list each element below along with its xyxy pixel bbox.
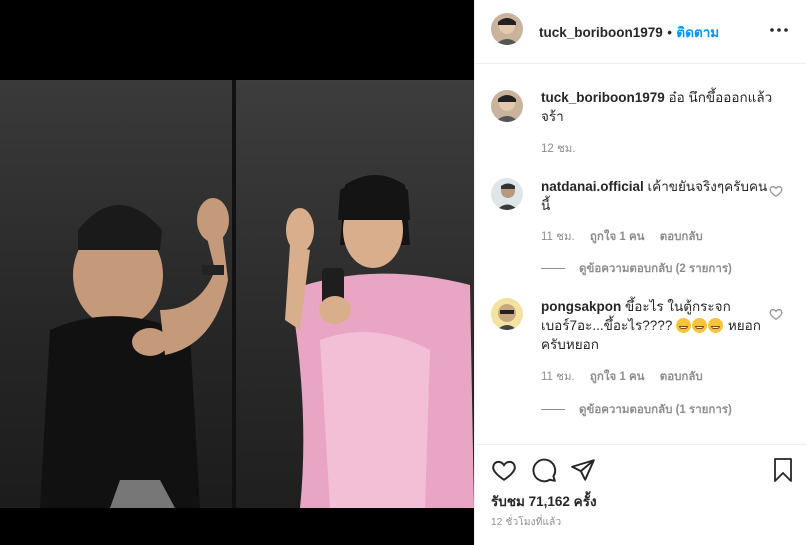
grinning-emoji-icon (708, 318, 724, 333)
caption-timestamp[interactable]: 12 ชม. (541, 143, 576, 155)
view-replies[interactable]: ดูข้อความตอบกลับ (1 รายการ) (541, 401, 732, 419)
reply-button[interactable]: ตอบกลับ (660, 371, 703, 383)
replies-line (541, 409, 565, 411)
views-count[interactable]: รับชม 71,162 ครั้ง (491, 490, 597, 512)
action-bar: รับชม 71,162 ครั้ง 12 ชั่วโมงที่แล้ว (475, 444, 806, 545)
view-replies[interactable]: ดูข้อความตอบกลับ (2 รายการ) (541, 260, 732, 278)
header-separator: • (667, 25, 672, 40)
caption-text: tuck_boriboon1979 อ๋อ นึกขึ้อออกแล้วจร้า (541, 88, 776, 126)
heart-icon[interactable] (491, 457, 517, 483)
comment-text: natdanai.official เค้าขยันจริงๆครับคนนี้ (541, 177, 776, 215)
comment-time[interactable]: 11 ชม. (541, 371, 575, 383)
caption-avatar[interactable] (491, 90, 523, 122)
comment-time[interactable]: 11 ชม. (541, 231, 575, 243)
comment-text: pongsakpon ขึ้อะไร ในตู้กระจกเบอร์7อะ...… (541, 297, 776, 354)
replies-line (541, 268, 565, 270)
comment-username[interactable]: pongsakpon (541, 299, 621, 314)
comment-avatar[interactable] (491, 298, 523, 330)
comment-like-heart-icon[interactable] (769, 184, 783, 198)
instagram-post: tuck_boriboon1979 • ติดตาม tuck_boriboon… (0, 0, 806, 545)
grinning-emoji-icon (676, 318, 692, 333)
comment-like-heart-icon[interactable] (769, 307, 783, 321)
man-in-black (40, 198, 229, 508)
comment-avatar[interactable] (491, 178, 523, 210)
comment-username[interactable]: natdanai.official (541, 179, 644, 194)
post-header: tuck_boriboon1979 • ติดตาม (475, 0, 806, 64)
follow-button[interactable]: ติดตาม (676, 25, 719, 40)
caption-time: 12 ชม. (541, 140, 588, 158)
comment-likes[interactable]: ถูกใจ 1 คน (590, 231, 645, 243)
comment-meta: 11 ชม. ถูกใจ 1 คน ตอบกลับ (541, 228, 715, 246)
share-icon[interactable] (570, 457, 596, 483)
post-timestamp[interactable]: 12 ชั่วโมงที่แล้ว (491, 515, 561, 530)
man-in-pink-robe (285, 175, 474, 508)
comments-list[interactable]: tuck_boriboon1979 อ๋อ นึกขึ้อออกแล้วจร้า… (475, 64, 806, 444)
view-replies-label[interactable]: ดูข้อความตอบกลับ (2 รายการ) (579, 263, 732, 275)
bookmark-icon[interactable] (771, 457, 795, 483)
grinning-emoji-icon (692, 318, 708, 333)
caption-username[interactable]: tuck_boriboon1979 (541, 90, 665, 105)
video-scene (40, 175, 474, 508)
video-frame[interactable] (0, 80, 474, 508)
comment-icon[interactable] (531, 457, 557, 483)
comment-likes[interactable]: ถูกใจ 1 คน (590, 371, 645, 383)
header-username[interactable]: tuck_boriboon1979 (539, 25, 663, 40)
more-horizontal-icon[interactable] (769, 22, 789, 38)
avatar[interactable] (491, 13, 523, 45)
view-replies-label[interactable]: ดูข้อความตอบกลับ (1 รายการ) (579, 404, 732, 416)
reply-button[interactable]: ตอบกลับ (660, 231, 703, 243)
comment-meta: 11 ชม. ถูกใจ 1 คน ตอบกลับ (541, 368, 715, 386)
post-sidebar: tuck_boriboon1979 • ติดตาม tuck_boriboon… (474, 0, 806, 545)
post-media[interactable] (0, 0, 474, 545)
